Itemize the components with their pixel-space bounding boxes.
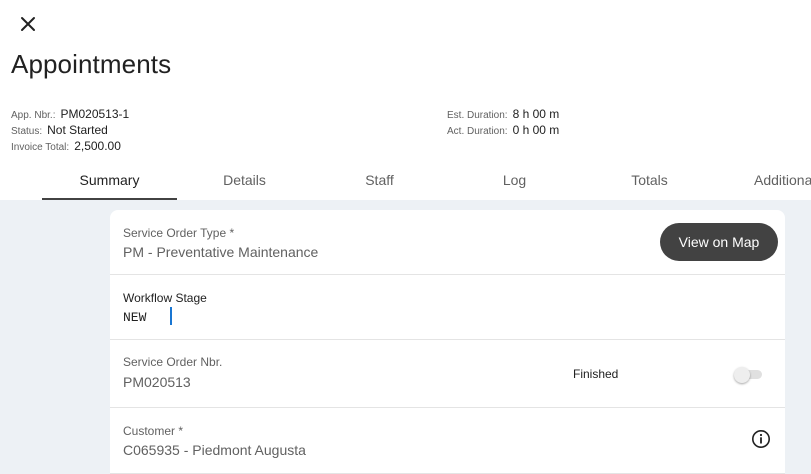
tab-totals[interactable]: Totals xyxy=(582,164,717,200)
est-duration-label: Est. Duration: xyxy=(447,110,508,121)
tab-summary-label: Summary xyxy=(79,172,140,188)
tab-additional-label: Additiona xyxy=(754,172,811,188)
toggle-knob xyxy=(734,367,750,383)
tab-staff[interactable]: Staff xyxy=(312,164,447,200)
workflow-stage-value[interactable]: NEW xyxy=(123,310,146,325)
app-nbr: App. Nbr.: PM020513-1 xyxy=(11,107,129,121)
status: Status: Not Started xyxy=(11,123,108,137)
workflow-stage-label: Workflow Stage xyxy=(123,291,207,305)
service-order-nbr-value: PM020513 xyxy=(123,374,191,390)
customer-row[interactable]: Customer * C065935 - Piedmont Augusta xyxy=(110,408,785,474)
tab-log[interactable]: Log xyxy=(447,164,582,200)
est-duration-value: 8 h 00 m xyxy=(512,107,560,121)
est-duration: Est. Duration: 8 h 00 m xyxy=(447,107,559,121)
tab-details[interactable]: Details xyxy=(177,164,312,200)
workflow-stage-row[interactable]: Workflow Stage NEW xyxy=(110,275,785,340)
service-order-type-value: PM - Preventative Maintenance xyxy=(123,244,319,260)
close-button[interactable] xyxy=(16,12,40,36)
tab-details-label: Details xyxy=(223,172,266,188)
invoice-total-label: Invoice Total: xyxy=(11,142,70,153)
service-order-type-row[interactable]: Service Order Type * PM - Preventative M… xyxy=(110,210,785,275)
app-nbr-label: App. Nbr.: xyxy=(11,110,56,121)
invoice-total: Invoice Total: 2,500.00 xyxy=(11,139,121,153)
customer-label: Customer * xyxy=(123,424,184,438)
app-nbr-value: PM020513-1 xyxy=(60,107,130,121)
act-duration-label: Act. Duration: xyxy=(447,126,508,137)
status-label: Status: xyxy=(11,126,43,137)
tab-summary[interactable]: Summary xyxy=(42,164,177,200)
invoice-total-value: 2,500.00 xyxy=(74,139,121,153)
tab-staff-label: Staff xyxy=(365,172,394,188)
summary-card: Service Order Type * PM - Preventative M… xyxy=(110,210,785,474)
act-duration: Act. Duration: 0 h 00 m xyxy=(447,123,559,137)
service-order-nbr-row: Service Order Nbr. PM020513 Finished xyxy=(110,340,785,408)
act-duration-value: 0 h 00 m xyxy=(512,123,560,137)
finished-label: Finished xyxy=(573,367,619,381)
service-order-nbr-label: Service Order Nbr. xyxy=(123,355,223,369)
customer-value: C065935 - Piedmont Augusta xyxy=(123,442,306,458)
info-icon[interactable] xyxy=(751,429,771,449)
tab-totals-label: Totals xyxy=(631,172,668,188)
finished-toggle[interactable] xyxy=(734,367,762,383)
close-icon xyxy=(21,17,35,31)
text-cursor xyxy=(170,307,172,325)
status-value: Not Started xyxy=(47,123,108,137)
tab-additional[interactable]: Additiona xyxy=(754,164,811,200)
view-on-map-button[interactable]: View on Map xyxy=(660,223,778,261)
service-order-type-label: Service Order Type * xyxy=(123,226,235,240)
tab-bar: Summary Details Staff Log Totals Additio… xyxy=(0,164,811,200)
page-title: Appointments xyxy=(11,49,172,79)
tab-log-label: Log xyxy=(502,172,527,188)
